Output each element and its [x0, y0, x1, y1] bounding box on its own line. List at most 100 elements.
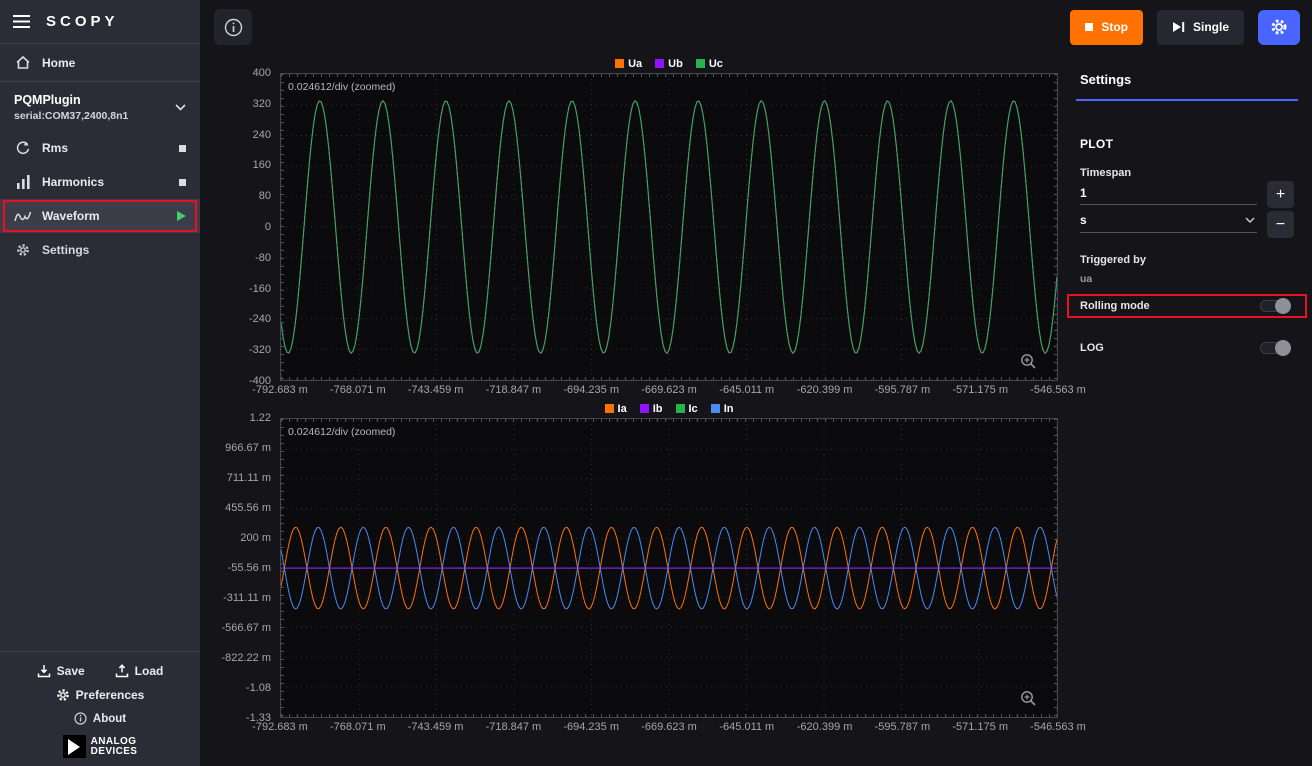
y-tick-label: 240	[253, 129, 271, 141]
current-y-axis-labels: 1.22966.67 m711.11 m455.56 m200 m-55.56 …	[210, 418, 280, 718]
sidebar: SCOPY Home PQMPlugin serial:COM37,2400,8…	[0, 0, 200, 766]
x-tick-label: -792.683 m	[252, 721, 308, 733]
x-tick-label: -768.071 m	[330, 384, 386, 396]
triggered-by-label: Triggered by	[1080, 254, 1294, 266]
sidebar-header: SCOPY	[0, 0, 200, 44]
load-button[interactable]: Load	[115, 664, 164, 678]
y-tick-label: -160	[249, 283, 271, 295]
single-label: Single	[1193, 20, 1229, 34]
y-tick-label: 200 m	[240, 532, 271, 544]
legend-item-ia[interactable]: Ia	[605, 403, 627, 415]
settings-gear-button[interactable]	[1258, 10, 1300, 45]
y-tick-label: -55.56 m	[228, 562, 271, 574]
harmonics-icon	[14, 175, 32, 189]
info-icon	[74, 712, 87, 725]
info-button[interactable]	[214, 9, 252, 45]
scopy-logo: SCOPY	[46, 13, 119, 30]
adi-triangle-icon	[63, 735, 86, 758]
legend-swatch-icon	[605, 404, 614, 413]
current-legend: Ia Ib Ic In	[280, 399, 1058, 418]
y-tick-label: 160	[253, 159, 271, 171]
charts-area: UaUbUc 400320240160800-80-160-240-320-40…	[200, 54, 1064, 766]
save-button[interactable]: Save	[37, 664, 85, 678]
legend-item-uc[interactable]: Uc	[696, 58, 723, 70]
waveform-run-indicator[interactable]	[177, 211, 186, 221]
voltage-plot[interactable]: 0.024612/div (zoomed)	[280, 73, 1058, 381]
scale-annotation: 0.024612/div (zoomed)	[288, 426, 395, 438]
analog-devices-logo[interactable]: ANALOG DEVICES	[63, 735, 138, 758]
about-label: About	[93, 713, 126, 725]
rolling-mode-row: Rolling mode	[1080, 300, 1294, 312]
rms-stop-indicator[interactable]	[179, 145, 186, 152]
legend-swatch-icon	[655, 59, 664, 68]
legend-swatch-icon	[640, 404, 649, 413]
plot-canvas[interactable]	[281, 419, 1057, 717]
log-toggle[interactable]	[1260, 342, 1290, 354]
content: UaUbUc 400320240160800-80-160-240-320-40…	[200, 54, 1312, 766]
y-tick-label: 1.22	[250, 412, 271, 424]
zoom-magnifier-icon[interactable]	[1020, 690, 1037, 707]
legend-item-ib[interactable]: Ib	[640, 403, 663, 415]
y-tick-label: -320	[249, 344, 271, 356]
timespan-label: Timespan	[1080, 167, 1294, 179]
legend-item-ic[interactable]: Ic	[676, 403, 698, 415]
x-tick-label: -620.399 m	[797, 721, 853, 733]
y-tick-label: -822.22 m	[221, 652, 271, 664]
waveform-highlight-rectangle	[3, 200, 197, 232]
scopy-app: SCOPY Home PQMPlugin serial:COM37,2400,8…	[0, 0, 1312, 766]
legend-swatch-icon	[696, 59, 705, 68]
timespan-unit-select[interactable]: s	[1080, 205, 1257, 233]
y-tick-label: 80	[259, 190, 271, 202]
legend-swatch-icon	[676, 404, 685, 413]
sidebar-item-rms[interactable]: Rms	[0, 131, 200, 165]
sidebar-item-label: Home	[42, 56, 75, 70]
zoom-magnifier-icon[interactable]	[1020, 353, 1037, 370]
timespan-input[interactable]	[1080, 181, 1257, 205]
x-tick-label: -645.011 m	[719, 721, 774, 733]
sidebar-item-home[interactable]: Home	[0, 44, 200, 82]
timespan-increment-button[interactable]: +	[1267, 181, 1294, 208]
sidebar-item-harmonics[interactable]: Harmonics	[0, 165, 200, 199]
x-tick-label: -694.235 m	[563, 384, 619, 396]
harmonics-stop-indicator[interactable]	[179, 179, 186, 186]
chevron-down-icon[interactable]	[175, 104, 186, 111]
legend-swatch-icon	[711, 404, 720, 413]
preferences-button[interactable]: Preferences	[56, 688, 145, 702]
legend-label: Uc	[709, 58, 723, 70]
adi-brand-line1: ANALOG	[91, 737, 138, 747]
plot-canvas[interactable]	[281, 74, 1057, 380]
triggered-by-value[interactable]: ua	[1080, 273, 1294, 285]
rolling-mode-toggle[interactable]	[1260, 300, 1290, 312]
legend-item-ua[interactable]: Ua	[615, 58, 642, 70]
rms-icon	[14, 140, 32, 156]
x-tick-label: -768.071 m	[330, 721, 386, 733]
y-tick-label: -311.11 m	[223, 592, 271, 604]
sidebar-item-pqmplugin[interactable]: PQMPlugin serial:COM37,2400,8n1	[0, 82, 200, 131]
hamburger-menu-icon[interactable]	[13, 15, 30, 28]
plugin-detail: serial:COM37,2400,8n1	[14, 110, 128, 122]
sidebar-footer: Save Load Preferences About ANALOG DEV	[0, 651, 200, 766]
legend-item-ub[interactable]: Ub	[655, 58, 683, 70]
x-tick-label: -620.399 m	[797, 384, 853, 396]
trace-uc	[281, 101, 1057, 353]
home-icon	[14, 55, 32, 70]
y-tick-label: 455.56 m	[225, 502, 271, 514]
y-tick-label: 400	[253, 67, 271, 79]
x-tick-label: -718.847 m	[486, 384, 542, 396]
current-x-axis-labels: -792.683 m-768.071 m-743.459 m-718.847 m…	[280, 718, 1058, 736]
stop-button[interactable]: Stop	[1070, 10, 1143, 45]
current-plot[interactable]: 0.024612/div (zoomed)	[280, 418, 1058, 718]
single-button[interactable]: Single	[1157, 10, 1244, 45]
timespan-decrement-button[interactable]: −	[1267, 211, 1294, 238]
about-button[interactable]: About	[74, 712, 126, 725]
chevron-down-icon	[1245, 217, 1255, 223]
stop-icon	[1085, 23, 1093, 31]
sidebar-item-settings[interactable]: Settings	[0, 233, 200, 267]
y-tick-label: -566.67 m	[221, 622, 271, 634]
legend-label: Ic	[689, 403, 698, 415]
settings-accent-underline	[1076, 99, 1298, 101]
legend-item-in[interactable]: In	[711, 403, 734, 415]
rolling-mode-label: Rolling mode	[1080, 300, 1150, 312]
y-tick-label: -80	[255, 252, 271, 264]
sidebar-item-waveform[interactable]: Waveform	[0, 199, 200, 233]
